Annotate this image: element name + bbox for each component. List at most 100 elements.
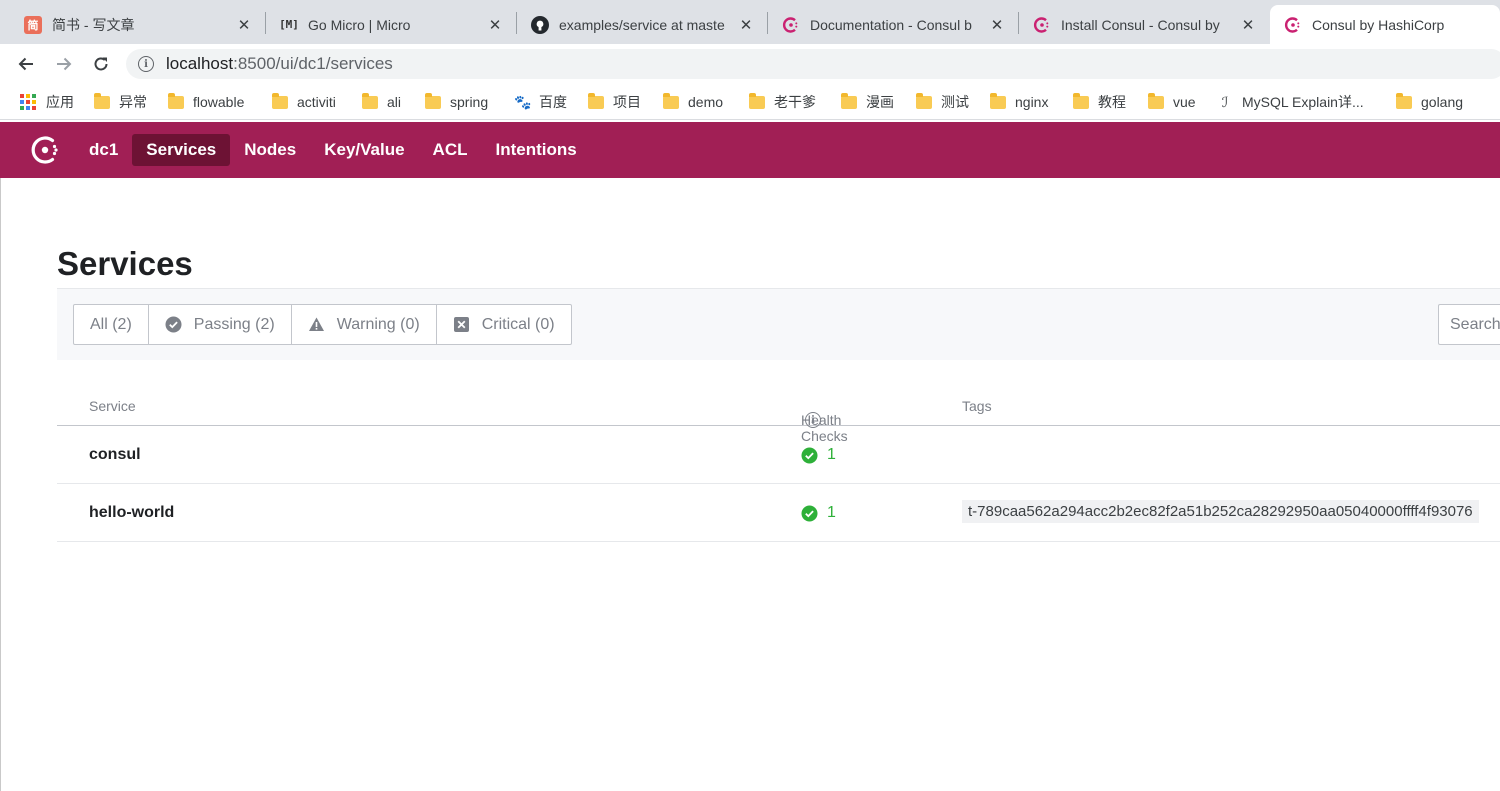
url-text: localhost:8500/ui/dc1/services: [166, 54, 393, 73]
filter-label: Critical (0): [481, 315, 555, 333]
tab-title: 简书 - 写文章: [52, 16, 135, 33]
bookmark-label: MySQL Explain详...: [1242, 94, 1364, 110]
bookmark-folder[interactable]: nginx: [990, 92, 1048, 112]
nav-nodes[interactable]: Nodes: [230, 134, 310, 166]
bookmark-label: flowable: [193, 94, 245, 110]
check-circle-icon: [801, 505, 818, 521]
service-name[interactable]: consul: [89, 446, 141, 464]
jianshu-icon: 简: [24, 15, 42, 34]
folder-icon: [168, 92, 184, 109]
page-title: Services: [57, 245, 193, 282]
search-input[interactable]: [1450, 305, 1500, 344]
table-row[interactable]: consul 1: [57, 426, 1500, 484]
tab-github[interactable]: examples/service at maste ✕: [517, 5, 767, 44]
column-header-tags: Tags: [962, 398, 992, 414]
close-icon[interactable]: ✕: [988, 16, 1006, 34]
bookmark-label: 测试: [941, 94, 969, 110]
critical-x-icon: [453, 316, 470, 333]
bookmark-mysql[interactable]: ℐ MySQL Explain详...: [1217, 92, 1364, 112]
bookmark-folder[interactable]: golang: [1396, 92, 1463, 112]
tab-title: Install Consul - Consul by: [1061, 16, 1220, 33]
datacenter-selector[interactable]: dc1: [75, 134, 132, 166]
service-tag: t-789caa562a294acc2b2ec82f2a51b252ca2829…: [962, 500, 1479, 523]
browser-toolbar: i localhost:8500/ui/dc1/services: [0, 44, 1500, 84]
folder-icon: [425, 92, 441, 109]
folder-icon: [1396, 92, 1412, 109]
forward-arrow-icon[interactable]: [52, 52, 76, 76]
bookmark-label: 教程: [1098, 94, 1126, 110]
bookmark-label: vue: [1173, 94, 1196, 110]
table-header: Service Health Checks i Tags: [57, 384, 1500, 444]
consul-top-nav: dc1 Services Nodes Key/Value ACL Intenti…: [0, 122, 1500, 178]
bookmark-label: ali: [387, 94, 402, 110]
nav-intentions[interactable]: Intentions: [482, 134, 591, 166]
tab-go-micro[interactable]: [M] Go Micro | Micro ✕: [266, 5, 516, 44]
address-bar[interactable]: i localhost:8500/ui/dc1/services: [126, 49, 1500, 79]
close-icon[interactable]: ✕: [235, 16, 253, 34]
consul-icon: [782, 16, 800, 34]
status-filter-group: All (2) Passing (2) Warning (0) Critical…: [73, 304, 572, 345]
services-table: Service Health Checks i Tags consul 1 hel…: [57, 384, 1500, 542]
bookmark-folder[interactable]: flowable: [168, 92, 244, 112]
baidu-paw-icon: 🐾: [514, 93, 532, 110]
bookmark-folder[interactable]: 漫画: [841, 92, 894, 112]
table-row[interactable]: hello-world 1 t-789caa562a294acc2b2ec82f…: [57, 484, 1500, 542]
filter-passing[interactable]: Passing (2): [149, 305, 292, 344]
bookmark-apps[interactable]: 应用: [20, 92, 74, 112]
consul-icon: [1284, 16, 1302, 34]
nav-acl[interactable]: ACL: [419, 134, 482, 166]
tab-jianshu[interactable]: 简 简书 - 写文章 ✕: [10, 5, 265, 44]
mysql-icon: ℐ: [1221, 93, 1229, 110]
column-header-service[interactable]: Service: [89, 398, 136, 414]
bookmark-baidu[interactable]: 🐾 百度: [514, 92, 567, 112]
bookmark-label: spring: [450, 94, 489, 110]
service-name[interactable]: hello-world: [89, 504, 174, 522]
close-icon[interactable]: ✕: [1239, 16, 1257, 34]
info-icon[interactable]: i: [138, 56, 154, 72]
consul-icon: [1033, 16, 1051, 34]
window-edge: [0, 178, 1, 791]
bookmark-folder[interactable]: spring: [425, 92, 488, 112]
tab-title: Go Micro | Micro: [308, 16, 411, 33]
health-checks-passing: 1: [801, 446, 836, 464]
folder-icon: [1148, 92, 1164, 109]
back-arrow-icon[interactable]: [14, 52, 38, 76]
bookmark-folder[interactable]: 异常: [94, 92, 147, 112]
filter-bar: All (2) Passing (2) Warning (0) Critical…: [57, 288, 1500, 360]
folder-icon: [916, 92, 932, 109]
filter-warning[interactable]: Warning (0): [292, 305, 437, 344]
bookmark-folder[interactable]: activiti: [272, 92, 336, 112]
nav-services[interactable]: Services: [132, 134, 231, 166]
passing-count: 1: [827, 446, 836, 463]
bookmark-folder[interactable]: demo: [663, 92, 723, 112]
bookmark-folder[interactable]: 测试: [916, 92, 969, 112]
nav-key-value[interactable]: Key/Value: [310, 134, 418, 166]
close-icon[interactable]: ✕: [737, 16, 755, 34]
consul-logo-icon[interactable]: [28, 133, 62, 167]
github-icon: [531, 15, 549, 34]
tab-title: Documentation - Consul b: [810, 16, 972, 33]
tab-consul-active[interactable]: Consul by HashiCorp: [1270, 5, 1500, 44]
bookmark-folder[interactable]: vue: [1148, 92, 1196, 112]
tab-consul-docs[interactable]: Documentation - Consul b ✕: [768, 5, 1018, 44]
folder-icon: [272, 92, 288, 109]
check-circle-icon: [165, 316, 182, 333]
bookmark-folder[interactable]: 老干爹: [749, 92, 816, 112]
folder-icon: [990, 92, 1006, 109]
search-box[interactable]: [1438, 304, 1500, 345]
reload-icon[interactable]: [89, 52, 113, 76]
apps-grid-icon: [20, 94, 36, 110]
filter-critical[interactable]: Critical (0): [437, 305, 571, 344]
close-icon[interactable]: ✕: [486, 16, 504, 34]
tab-install-consul[interactable]: Install Consul - Consul by ✕: [1019, 5, 1269, 44]
folder-icon: [588, 92, 604, 109]
folder-icon: [663, 92, 679, 109]
filter-all[interactable]: All (2): [74, 305, 149, 344]
bookmark-folder[interactable]: 项目: [588, 92, 641, 112]
bookmark-folder[interactable]: ali: [362, 92, 401, 112]
folder-icon: [841, 92, 857, 109]
bookmark-label: activiti: [297, 94, 336, 110]
health-checks-passing: 1: [801, 504, 836, 522]
bookmark-label: 老干爹: [774, 94, 816, 110]
bookmark-folder[interactable]: 教程: [1073, 92, 1126, 112]
